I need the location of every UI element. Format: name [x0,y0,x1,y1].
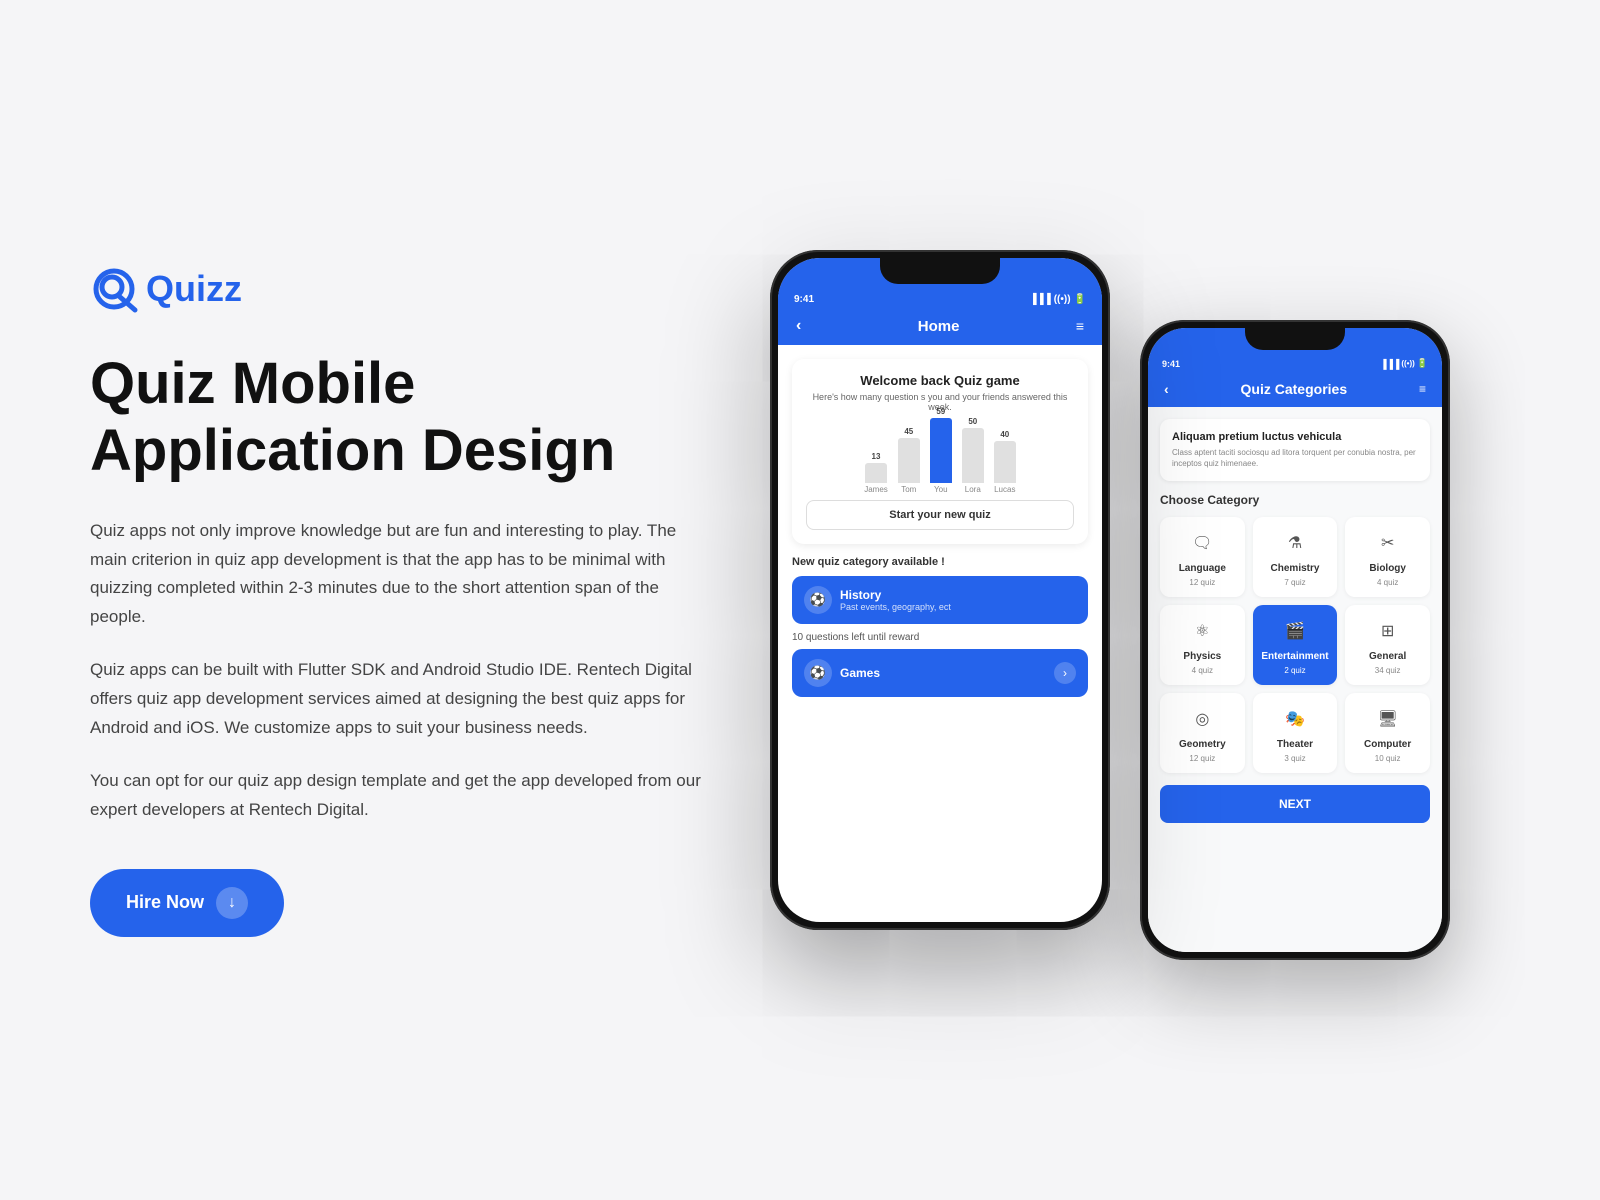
description-3: You can opt for our quiz app design temp… [90,767,710,825]
history-desc: Past events, geography, ect [840,602,1076,612]
phone-home: 9:41 ▐▐▐((•))🔋 ‹ Home ≡ Welc [770,250,1110,930]
phone-quiz: 9:41 ▐▐▐((•))🔋 ‹ Quiz Categories ≡ [1140,320,1450,960]
geometry-icon: ◎ [1186,703,1218,735]
quiz-content: Aliquam pretium luctus vehicula Class ap… [1148,407,1442,952]
welcome-card: Welcome back Quiz game Here's how many q… [792,359,1088,544]
phone-home-header: ‹ Home ≡ [778,307,1102,345]
phone-quiz-notch [1245,328,1345,350]
reward-text: 10 questions left until reward [792,632,1088,643]
welcome-title: Welcome back Quiz game [806,373,1074,388]
games-icon: ⚽ [804,659,832,687]
quiz-status-icons: ▐▐▐((•))🔋 [1380,358,1428,369]
phone-mockups: 9:41 ▐▐▐((•))🔋 ‹ Home ≡ Welc [710,210,1510,990]
arrow-right-icon: › [1054,662,1076,684]
aliquam-card: Aliquam pretium luctus vehicula Class ap… [1160,419,1430,481]
quiz-status-bar: 9:41 ▐▐▐((•))🔋 [1148,354,1442,371]
quiz-categories-header: ‹ Quiz Categories ≡ [1148,371,1442,407]
category-geometry[interactable]: ◎ Geometry 12 quiz [1160,693,1245,773]
status-icons: ▐▐▐((•))🔋 [1029,294,1086,305]
computer-icon: 🖥 [1372,703,1404,735]
chemistry-icon: ⚗ [1279,527,1311,559]
biology-icon: ✂ [1372,527,1404,559]
bar-tom: 45 Tom [898,427,920,494]
aliquam-body: Class aptent taciti sociosqu ad litora t… [1172,447,1418,469]
bar-james: 13 James [864,452,888,494]
phone-home-screen: 9:41 ▐▐▐((•))🔋 ‹ Home ≡ Welc [778,258,1102,922]
main-title: Quiz Mobile Application Design [90,351,710,484]
entertainment-icon: 🎬 [1279,615,1311,647]
quiz-menu-icon: ≡ [1419,382,1426,396]
aliquam-title: Aliquam pretium luctus vehicula [1172,431,1418,443]
categories-grid: 🗨 Language 12 quiz ⚗ Chemistry 7 quiz ✂ … [1160,517,1430,773]
physics-icon: ⚛ [1186,615,1218,647]
category-physics[interactable]: ⚛ Physics 4 quiz [1160,605,1245,685]
games-category[interactable]: ⚽ Games › [792,649,1088,697]
description-1: Quiz apps not only improve knowledge but… [90,517,710,633]
description-2: Quiz apps can be built with Flutter SDK … [90,656,710,743]
category-entertainment[interactable]: 🎬 Entertainment 2 quiz [1253,605,1338,685]
logo-icon [90,263,142,315]
next-button[interactable]: NEXT [1160,785,1430,823]
hire-now-label: Hire Now [126,892,204,913]
category-biology[interactable]: ✂ Biology 4 quiz [1345,517,1430,597]
bar-you: 59 You [930,407,952,494]
home-content: Welcome back Quiz game Here's how many q… [778,345,1102,719]
start-quiz-button[interactable]: Start your new quiz [806,500,1074,530]
quiz-back-icon: ‹ [1164,381,1169,397]
general-icon: ⊞ [1372,615,1404,647]
category-general[interactable]: ⊞ General 34 quiz [1345,605,1430,685]
phone-quiz-screen: 9:41 ▐▐▐((•))🔋 ‹ Quiz Categories ≡ [1148,328,1442,952]
bar-chart: 13 James 45 Tom 59 [806,424,1074,494]
logo: Quizz [90,263,710,315]
history-icon: ⚽ [804,586,832,614]
quiz-header-title: Quiz Categories [1241,381,1348,397]
menu-icon: ≡ [1076,318,1084,334]
choose-category-title: Choose Category [1160,493,1430,507]
hire-now-button[interactable]: Hire Now ↓ [90,869,284,937]
home-header-title: Home [918,318,960,335]
history-name: History [840,588,1076,602]
new-category-title: New quiz category available ! [792,556,1088,568]
category-language[interactable]: 🗨 Language 12 quiz [1160,517,1245,597]
theater-icon: 🎭 [1279,703,1311,735]
games-name: Games [840,666,880,680]
phone-home-status: 9:41 ▐▐▐((•))🔋 [778,288,1102,307]
bar-lora: 50 Lora [962,417,984,494]
back-icon: ‹ [796,317,801,335]
language-icon: 🗨 [1186,527,1218,559]
category-chemistry[interactable]: ⚗ Chemistry 7 quiz [1253,517,1338,597]
history-category[interactable]: ⚽ History Past events, geography, ect [792,576,1088,624]
phone-home-notch [880,258,1000,284]
left-panel: Quizz Quiz Mobile Application Design Qui… [90,263,710,936]
logo-text: Quizz [146,268,242,310]
category-theater[interactable]: 🎭 Theater 3 quiz [1253,693,1338,773]
arrow-icon: ↓ [216,887,248,919]
bar-lucas: 40 Lucas [994,430,1016,494]
category-computer[interactable]: 🖥 Computer 10 quiz [1345,693,1430,773]
page-container: Quizz Quiz Mobile Application Design Qui… [50,150,1550,1050]
